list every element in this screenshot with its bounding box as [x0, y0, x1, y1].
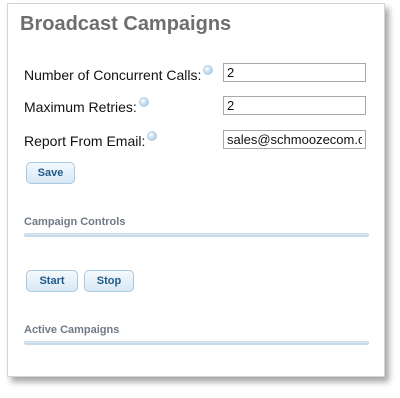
- help-icon[interactable]: [147, 131, 158, 141]
- report-email-label-row: Report From Email:: [24, 131, 158, 149]
- campaign-controls-heading: Campaign Controls: [24, 216, 126, 228]
- concurrent-calls-input[interactable]: [223, 63, 366, 82]
- active-campaigns-divider: [24, 341, 369, 345]
- report-email-input[interactable]: [223, 130, 366, 149]
- concurrent-calls-label-row: Number of Concurrent Calls:: [24, 65, 214, 83]
- start-button[interactable]: Start: [26, 270, 78, 292]
- stop-button[interactable]: Stop: [84, 270, 134, 292]
- save-button[interactable]: Save: [26, 162, 75, 184]
- concurrent-calls-label: Number of Concurrent Calls:: [24, 67, 202, 83]
- report-email-label: Report From Email:: [24, 133, 146, 149]
- broadcast-campaigns-panel: Broadcast Campaigns Number of Concurrent…: [7, 3, 385, 377]
- max-retries-input[interactable]: [223, 96, 366, 115]
- max-retries-label-row: Maximum Retries:: [24, 97, 149, 115]
- campaign-controls-divider: [24, 233, 369, 237]
- max-retries-label: Maximum Retries:: [24, 99, 137, 115]
- active-campaigns-heading: Active Campaigns: [24, 324, 120, 336]
- help-icon[interactable]: [138, 97, 149, 107]
- help-icon[interactable]: [203, 65, 214, 75]
- page-title: Broadcast Campaigns: [20, 13, 232, 35]
